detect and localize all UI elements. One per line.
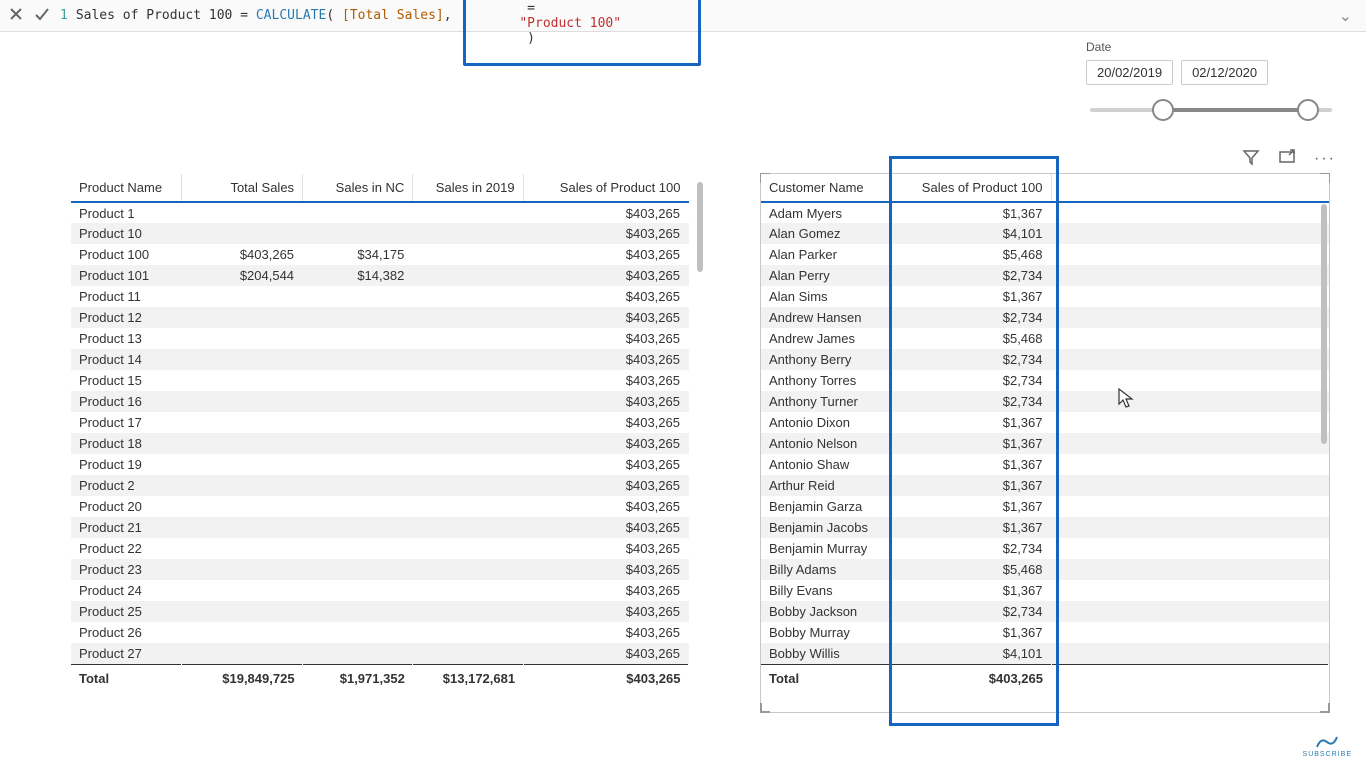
- table-row[interactable]: Benjamin Murray$2,734: [761, 538, 1329, 559]
- table-row[interactable]: Anthony Torres$2,734: [761, 370, 1329, 391]
- table-row[interactable]: Benjamin Jacobs$1,367: [761, 517, 1329, 538]
- table-row[interactable]: Product 100$403,265$34,175$403,265: [71, 244, 689, 265]
- table-row[interactable]: Product 13$403,265: [71, 328, 689, 349]
- more-options-icon[interactable]: ···: [1314, 151, 1336, 167]
- visual-header-icons: ···: [1242, 148, 1336, 169]
- cancel-icon[interactable]: [8, 6, 24, 25]
- customers-table-visual[interactable]: Customer NameSales of Product 100 Adam M…: [760, 173, 1330, 713]
- column-header[interactable]: Total Sales: [181, 174, 302, 202]
- table-row[interactable]: Product 14$403,265: [71, 349, 689, 370]
- table-row[interactable]: Arthur Reid$1,367: [761, 475, 1329, 496]
- column-header[interactable]: Sales of Product 100: [523, 174, 688, 202]
- formula-filter-highlight: Products[Product Name] = "Product 100" ): [463, 0, 700, 66]
- confirm-icon[interactable]: [34, 6, 50, 25]
- table-row[interactable]: Andrew Hansen$2,734: [761, 307, 1329, 328]
- table-row[interactable]: Bobby Jackson$2,734: [761, 601, 1329, 622]
- customers-table: Customer NameSales of Product 100 Adam M…: [761, 174, 1329, 692]
- slider-thumb-start[interactable]: [1152, 99, 1174, 121]
- column-header[interactable]: Customer Name: [761, 174, 891, 202]
- table-row[interactable]: Alan Perry$2,734: [761, 265, 1329, 286]
- table-row[interactable]: Product 2$403,265: [71, 475, 689, 496]
- table-row[interactable]: Adam Myers$1,367: [761, 202, 1329, 223]
- total-cell: $1,971,352: [303, 664, 413, 692]
- table-row[interactable]: Anthony Turner$2,734: [761, 391, 1329, 412]
- column-header[interactable]: Sales in NC: [303, 174, 413, 202]
- date-to-input[interactable]: 02/12/2020: [1181, 60, 1268, 85]
- table-row[interactable]: Alan Parker$5,468: [761, 244, 1329, 265]
- formula-bar: 1 Sales of Product 100 = CALCULATE ( [To…: [0, 0, 1366, 32]
- focus-mode-icon[interactable]: [1278, 148, 1296, 169]
- table-row[interactable]: Antonio Shaw$1,367: [761, 454, 1329, 475]
- measure-name: Sales of Product 100: [76, 8, 233, 23]
- table-row[interactable]: Billy Adams$5,468: [761, 559, 1329, 580]
- total-cell: $19,849,725: [181, 664, 302, 692]
- chevron-down-icon[interactable]: ⌄: [1333, 6, 1358, 26]
- column-header[interactable]: Sales in 2019: [413, 174, 523, 202]
- column-header[interactable]: Sales of Product 100: [891, 174, 1051, 202]
- table-row[interactable]: Anthony Berry$2,734: [761, 349, 1329, 370]
- table-row[interactable]: Product 18$403,265: [71, 433, 689, 454]
- table-row[interactable]: Product 26$403,265: [71, 622, 689, 643]
- column-header[interactable]: Product Name: [71, 174, 181, 202]
- table-row[interactable]: Product 24$403,265: [71, 580, 689, 601]
- table-row[interactable]: Product 23$403,265: [71, 559, 689, 580]
- date-slider[interactable]: [1090, 99, 1332, 119]
- date-slicer: Date 20/02/2019 02/12/2020: [1086, 40, 1336, 119]
- total-cell: Total: [761, 664, 891, 692]
- table-row[interactable]: Product 17$403,265: [71, 412, 689, 433]
- table-row[interactable]: Andrew James$5,468: [761, 328, 1329, 349]
- slider-thumb-end[interactable]: [1297, 99, 1319, 121]
- table-row[interactable]: Alan Gomez$4,101: [761, 223, 1329, 244]
- date-from-input[interactable]: 20/02/2019: [1086, 60, 1173, 85]
- filter-icon[interactable]: [1242, 148, 1260, 169]
- total-cell: Total: [71, 664, 181, 692]
- scrollbar[interactable]: [697, 182, 703, 272]
- table-row[interactable]: Product 12$403,265: [71, 307, 689, 328]
- table-row[interactable]: Bobby Willis$4,101: [761, 643, 1329, 664]
- products-table-visual[interactable]: Product NameTotal SalesSales in NCSales …: [70, 173, 690, 713]
- total-cell: $13,172,681: [413, 664, 523, 692]
- scrollbar[interactable]: [1321, 204, 1327, 444]
- table-row[interactable]: Product 10$403,265: [71, 223, 689, 244]
- table-row[interactable]: Product 27$403,265: [71, 643, 689, 664]
- table-row[interactable]: Benjamin Garza$1,367: [761, 496, 1329, 517]
- total-cell: $403,265: [891, 664, 1051, 692]
- table-row[interactable]: Antonio Nelson$1,367: [761, 433, 1329, 454]
- table-row[interactable]: Product 22$403,265: [71, 538, 689, 559]
- products-table: Product NameTotal SalesSales in NCSales …: [71, 174, 689, 692]
- table-row[interactable]: Product 21$403,265: [71, 517, 689, 538]
- table-row[interactable]: Product 20$403,265: [71, 496, 689, 517]
- line-number: 1: [60, 8, 68, 23]
- table-row[interactable]: Billy Evans$1,367: [761, 580, 1329, 601]
- table-row[interactable]: Product 11$403,265: [71, 286, 689, 307]
- table-row[interactable]: Product 19$403,265: [71, 454, 689, 475]
- subscribe-watermark: SUBSCRIBE: [1303, 735, 1352, 758]
- table-row[interactable]: Product 15$403,265: [71, 370, 689, 391]
- table-row[interactable]: Antonio Dixon$1,367: [761, 412, 1329, 433]
- table-row[interactable]: Alan Sims$1,367: [761, 286, 1329, 307]
- table-row[interactable]: Product 1$403,265: [71, 202, 689, 223]
- table-row[interactable]: Product 16$403,265: [71, 391, 689, 412]
- table-row[interactable]: Product 25$403,265: [71, 601, 689, 622]
- date-slicer-label: Date: [1086, 40, 1336, 54]
- total-cell: $403,265: [523, 664, 688, 692]
- table-row[interactable]: Product 101$204,544$14,382$403,265: [71, 265, 689, 286]
- table-row[interactable]: Bobby Murray$1,367: [761, 622, 1329, 643]
